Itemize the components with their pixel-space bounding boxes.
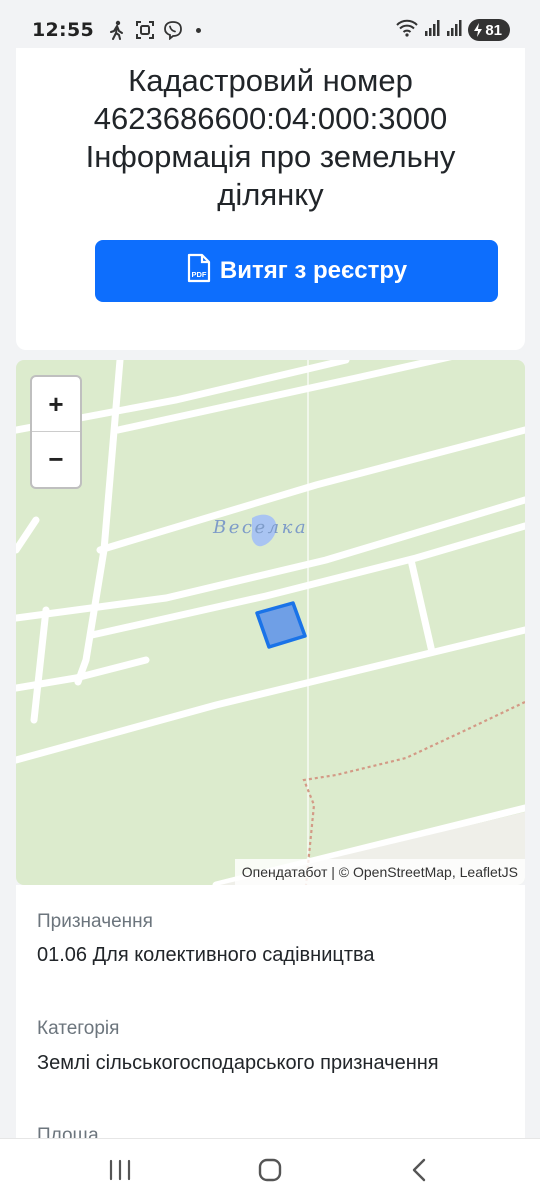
zoom-control: + − (30, 375, 82, 489)
parcel-info-card: Призначення 01.06 Для колективного садів… (16, 885, 525, 1140)
status-notification-icons (106, 19, 201, 41)
place-label: Веселка (213, 517, 309, 538)
category-value: Землі сільськогосподарського призначення (37, 1052, 439, 1074)
system-navigation-bar (0, 1138, 540, 1200)
parcel-header-card: Кадастровий номер 4623686600:04:000:3000… (16, 48, 525, 350)
status-time: 12:55 (32, 19, 94, 41)
registry-extract-button[interactable]: PDF Витяг з реєстру (95, 240, 498, 302)
home-button[interactable] (256, 1157, 284, 1183)
wifi-icon (396, 19, 419, 41)
status-system-icons: 81 (396, 19, 510, 41)
parcel-map[interactable]: Веселка + − Опендатабот | © OpenStreetMa… (16, 360, 525, 885)
purpose-value: 01.06 Для колективного садівництва (37, 944, 375, 966)
purpose-label: Призначення (37, 911, 153, 932)
title-line: Кадастровий номер (128, 63, 413, 98)
pdf-file-icon: PDF (186, 253, 212, 290)
back-button[interactable] (406, 1157, 434, 1183)
battery-icon: 81 (468, 19, 510, 41)
zoom-in-button[interactable]: + (32, 377, 80, 432)
battery-level: 81 (485, 21, 502, 39)
face-scan-icon (134, 19, 156, 41)
svg-text:PDF: PDF (191, 270, 206, 279)
signal-icon (424, 19, 440, 41)
registry-extract-label: Витяг з реєстру (219, 257, 408, 284)
cadastral-number: 4623686600:04:000:3000 (93, 101, 448, 136)
more-notifications-dot (195, 27, 201, 33)
title-line: Інформація про земельну (85, 139, 456, 174)
zoom-out-button[interactable]: − (32, 432, 80, 487)
parcel-polygon[interactable] (16, 360, 525, 885)
category-label: Категорія (37, 1018, 120, 1039)
walking-icon (106, 19, 128, 41)
map-attribution[interactable]: Опендатабот | © OpenStreetMap, LeafletJS (234, 859, 525, 885)
title-line: ділянку (217, 177, 324, 212)
viber-icon (162, 19, 184, 41)
page-title: Кадастровий номер 4623686600:04:000:3000… (16, 62, 525, 214)
recent-apps-button[interactable] (106, 1157, 134, 1183)
signal-icon (446, 19, 462, 41)
